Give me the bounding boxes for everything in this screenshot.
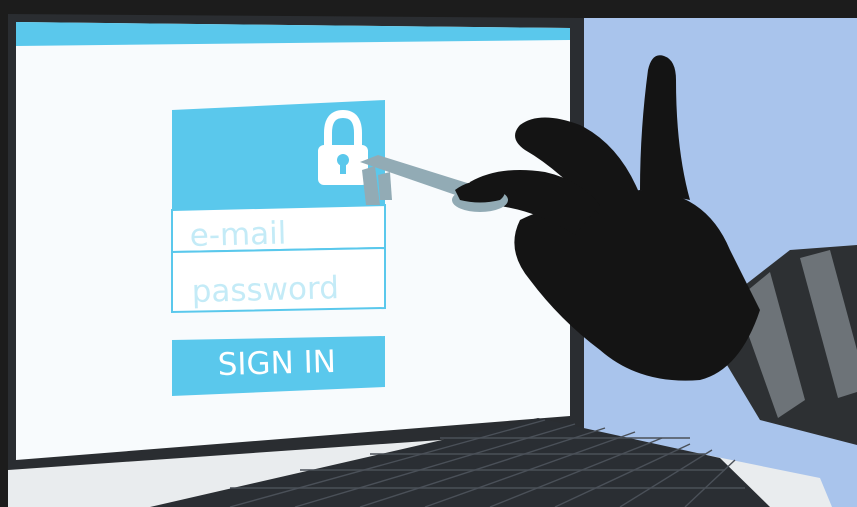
sign-in-label: SIGN IN xyxy=(217,344,336,383)
illustration-scene: e-mail password SIGN IN xyxy=(0,0,857,507)
hacker-login-illustration: e-mail password SIGN IN xyxy=(0,0,857,507)
password-placeholder: password xyxy=(191,270,339,310)
email-placeholder: e-mail xyxy=(189,215,287,254)
